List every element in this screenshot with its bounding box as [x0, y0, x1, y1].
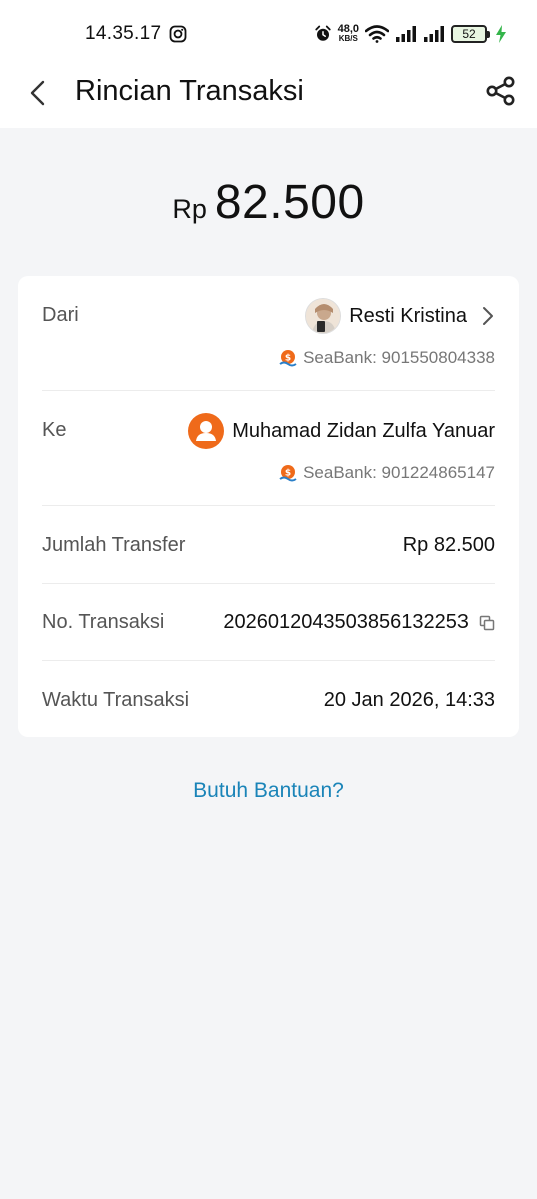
transfer-amount-label: Jumlah Transfer [42, 534, 186, 556]
signal-2-icon [424, 26, 444, 42]
wifi-icon [365, 25, 389, 43]
details-card: Dari Resti Kristina $ SeaBank: 901550804… [18, 276, 519, 737]
transaction-no-value: 202601204350385613225З [223, 611, 495, 634]
to-value: Muhamad Zidan Zulfa Yanuar $ SeaBank: 90… [188, 413, 495, 483]
help-link[interactable]: Butuh Bantuan? [0, 779, 537, 803]
charging-bolt-icon [496, 25, 506, 43]
transaction-amount: Rp 82.500 [0, 175, 537, 230]
from-value: Resti Kristina $ SeaBank: 901550804338 [279, 298, 495, 368]
profile-photo-icon [306, 299, 341, 333]
to-bank: $ SeaBank: 901224865147 [188, 463, 495, 483]
copy-icon[interactable] [479, 615, 495, 631]
status-bar: 14.35.17 48,0 KB/S 52 [0, 0, 537, 66]
divider [42, 505, 495, 506]
divider [42, 583, 495, 584]
transaction-no-row: No. Transaksi 202601204350385613225З [42, 611, 495, 637]
signal-1-icon [396, 26, 416, 42]
alarm-icon [314, 25, 331, 41]
to-party: Muhamad Zidan Zulfa Yanuar [188, 413, 495, 449]
from-row: Dari Resti Kristina $ SeaBank: 901550804… [42, 298, 495, 390]
chevron-right-icon [483, 307, 493, 325]
transaction-no-label: No. Transaksi [42, 611, 165, 633]
transaction-time-value: 20 Jan 2026, 14:33 [323, 689, 495, 711]
transaction-no-text: 202601204350385613225З [223, 611, 469, 633]
status-icons: 48,0 KB/S 52 [314, 22, 507, 46]
transaction-time-row: Waktu Transaksi 20 Jan 2026, 14:33 [42, 689, 495, 715]
to-row: Ke Muhamad Zidan Zulfa Yanuar $ SeaBank:… [42, 413, 495, 505]
back-arrow-icon[interactable] [26, 79, 50, 107]
from-bank: $ SeaBank: 901550804338 [279, 348, 495, 368]
seabank-icon: $ [279, 350, 297, 367]
seabank-icon: $ [279, 465, 297, 482]
divider [42, 660, 495, 661]
divider [42, 390, 495, 391]
page-title: Rincian Transaksi [75, 75, 304, 107]
network-speed: 48,0 KB/S [338, 24, 359, 44]
to-name: Muhamad Zidan Zulfa Yanuar [232, 419, 495, 442]
from-bank-account: SeaBank: 901550804338 [303, 348, 495, 367]
status-time: 14.35.17 [85, 23, 162, 44]
from-name: Resti Kristina [349, 304, 467, 327]
share-icon[interactable] [485, 75, 517, 107]
to-label: Ke [42, 419, 67, 441]
amount-currency: Rp [172, 194, 207, 224]
instagram-icon [169, 25, 187, 43]
transaction-time-label: Waktu Transaksi [42, 689, 190, 711]
avatar [305, 298, 342, 334]
user-icon [196, 421, 217, 441]
transfer-amount-row: Jumlah Transfer Rp 82.500 [42, 534, 495, 560]
transfer-amount-value: Rp 82.500 [402, 534, 495, 556]
avatar [188, 413, 225, 449]
to-bank-account: SeaBank: 901224865147 [303, 463, 495, 482]
from-party[interactable]: Resti Kristina [279, 298, 495, 334]
from-label: Dari [42, 304, 79, 326]
app-header: Rincian Transaksi [0, 66, 537, 128]
amount-value: 82.500 [214, 176, 365, 229]
battery-indicator: 52 [451, 25, 490, 43]
speed-unit: KB/S [338, 34, 358, 43]
